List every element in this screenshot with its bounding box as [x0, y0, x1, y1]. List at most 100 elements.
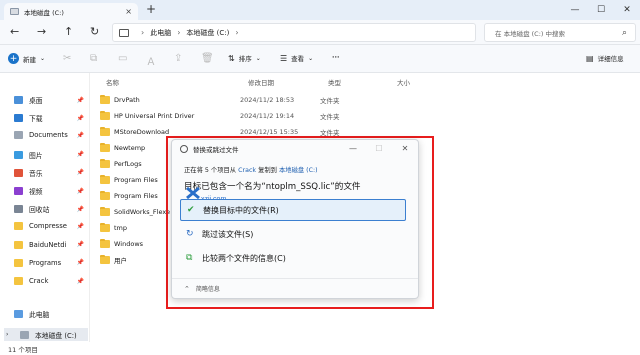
sidebar-item[interactable]: BaiduNetdi 📌 — [14, 240, 84, 249]
column-type[interactable]: 类型 — [328, 77, 341, 87]
sidebar-item[interactable]: 下载 📌 — [14, 113, 84, 123]
column-size[interactable]: 大小 — [397, 77, 410, 87]
sidebar-item[interactable]: Compresse 📌 — [14, 222, 84, 231]
sort-icon: ⇅ — [228, 53, 235, 63]
dialog-footer[interactable]: ⌃ 简略信息 — [172, 278, 418, 298]
tab-close-icon[interactable]: × — [125, 7, 132, 16]
skip-arrow-icon: ↻ — [186, 229, 194, 239]
drive-icon — [20, 330, 29, 339]
forward-arrow-icon[interactable]: → — [37, 25, 46, 38]
sidebar-item[interactable]: Documents 📌 — [14, 131, 84, 140]
maximize-button[interactable]: ☐ — [588, 0, 614, 20]
search-input[interactable]: 在 本地磁盘 (C:) 中搜索 ⌕ — [484, 23, 636, 42]
file-type: 文件夹 — [320, 97, 340, 105]
status-bar-count: 11 个项目 — [8, 346, 38, 354]
pin-icon[interactable]: 📌 — [77, 259, 84, 266]
sidebar-item[interactable]: 桌面 📌 — [14, 95, 84, 105]
chevron-up-icon: ⌃ — [184, 284, 190, 293]
file-name: 用户 — [114, 257, 127, 265]
folder-icon — [14, 150, 23, 159]
folder-icon — [14, 168, 23, 177]
cut-icon[interactable]: ✂ — [63, 53, 71, 64]
sort-button[interactable]: ⇅ 排序 ⌄ — [228, 53, 261, 64]
pin-icon[interactable]: 📌 — [77, 169, 84, 176]
new-label: 新建 — [23, 55, 36, 64]
sort-label: 排序 — [238, 55, 252, 63]
sidebar-item[interactable]: 图片 📌 — [14, 150, 84, 160]
pin-icon[interactable]: 📌 — [77, 206, 84, 213]
folder-icon — [100, 143, 110, 152]
rename-icon[interactable]: Ａ — [146, 53, 156, 68]
new-button[interactable]: + 新建 ⌄ — [8, 53, 45, 64]
up-arrow-icon[interactable]: ↑ — [64, 25, 73, 38]
pin-icon[interactable]: 📌 — [77, 188, 84, 195]
share-icon[interactable]: ⇪ — [174, 53, 182, 64]
details-button[interactable]: ▤ 详细信息 — [586, 53, 624, 64]
dialog-close-button[interactable]: ✕ — [392, 140, 418, 156]
folder-icon — [14, 114, 23, 123]
source-folder-link[interactable]: Crack — [238, 167, 256, 174]
folder-icon — [100, 239, 110, 248]
breadcrumb-this-pc[interactable]: 此电脑 — [150, 28, 171, 38]
folder-icon — [100, 255, 110, 264]
sidebar-item-label: Programs — [29, 258, 62, 267]
breadcrumb-separator: › — [177, 28, 181, 37]
sidebar-drive-c[interactable]: › 本地磁盘 (C:) — [4, 328, 88, 341]
pin-icon[interactable]: 📌 — [77, 278, 84, 285]
pin-icon[interactable]: 📌 — [77, 241, 84, 248]
sidebar-item[interactable]: Crack 📌 — [14, 277, 84, 285]
tab-bar: 本地磁盘 (C:) × + — ☐ ✕ — [0, 0, 640, 20]
replace-option[interactable]: ✔ 替换目标中的文件(R) — [180, 199, 406, 221]
destination-link[interactable]: 本地磁盘 (C:) — [279, 167, 318, 174]
tab-local-disk[interactable]: 本地磁盘 (C:) × — [4, 3, 138, 20]
sidebar-item-label: 下载 — [29, 115, 43, 124]
compare-option[interactable]: ⧉ 比较两个文件的信息(C) — [180, 247, 406, 269]
copy-icon[interactable]: ⧉ — [90, 53, 97, 64]
delete-icon[interactable]: 🗑 — [201, 53, 214, 64]
file-name: Program Files — [114, 192, 158, 200]
pin-icon[interactable]: 📌 — [77, 115, 84, 122]
sidebar-this-pc[interactable]: 此电脑 — [14, 309, 84, 319]
dialog-title: 替换或跳过文件 — [193, 146, 239, 154]
compare-icon: ⧉ — [186, 253, 193, 263]
option-label: 比较两个文件的信息(C) — [202, 253, 286, 263]
pin-icon[interactable]: 📌 — [77, 97, 84, 104]
scrollbar[interactable] — [634, 73, 638, 339]
file-type: 文件夹 — [320, 113, 340, 121]
column-name[interactable]: 名称 — [106, 77, 119, 87]
file-row[interactable]: DrvPath 2024/11/2 18:53 文件夹 — [100, 93, 640, 107]
more-options-button[interactable]: ··· — [332, 53, 339, 61]
details-pane-icon: ▤ — [586, 53, 594, 63]
back-arrow-icon[interactable]: ← — [10, 25, 19, 38]
fewer-details-label: 简略信息 — [195, 286, 220, 293]
navigation-pane: 桌面 📌 下载 📌 Documents 📌 图片 📌 音乐 📌 视频 📌 回收站 📌 Compresse 📌 B… — [0, 73, 90, 342]
breadcrumb[interactable]: › 此电脑 › 本地磁盘 (C:) › — [112, 23, 476, 42]
sidebar-item[interactable]: Programs 📌 — [14, 258, 84, 267]
address-bar: ← → ↑ ↻ › 此电脑 › 本地磁盘 (C:) › 在 本地磁盘 (C:) … — [0, 20, 640, 45]
skip-option[interactable]: ↻ 跳过该文件(S) — [180, 223, 406, 245]
file-name: SolidWorks_Flexe — [114, 208, 171, 216]
refresh-icon[interactable]: ↻ — [90, 25, 99, 38]
dialog-minimize-button[interactable]: — — [340, 140, 366, 156]
sidebar-item[interactable]: 音乐 📌 — [14, 168, 84, 178]
sidebar-item[interactable]: 回收站 📌 — [14, 204, 84, 214]
pin-icon[interactable]: 📌 — [77, 132, 84, 139]
file-name: PerfLogs — [114, 160, 142, 168]
new-tab-button[interactable]: + — [146, 2, 156, 16]
breadcrumb-drive[interactable]: 本地磁盘 (C:) — [186, 28, 229, 38]
column-date[interactable]: 修改日期 — [248, 77, 274, 87]
pin-icon[interactable]: 📌 — [77, 223, 84, 230]
folder-icon — [14, 205, 23, 214]
file-name: Program Files — [114, 176, 158, 184]
file-row[interactable]: HP Universal Print Driver 2024/11/2 19:14… — [100, 109, 640, 123]
sidebar-item-label: Compresse — [29, 222, 67, 231]
dialog-titlebar: 替换或跳过文件 — [180, 144, 239, 154]
pin-icon[interactable]: 📌 — [77, 151, 84, 158]
search-icon: ⌕ — [621, 27, 627, 38]
close-window-button[interactable]: ✕ — [614, 0, 640, 20]
paste-icon[interactable]: ▭ — [118, 53, 127, 64]
minimize-button[interactable]: — — [562, 0, 588, 20]
view-button[interactable]: ☰ 查看 ⌄ — [280, 53, 313, 64]
computer-icon — [14, 310, 23, 318]
sidebar-item[interactable]: 视频 📌 — [14, 186, 84, 196]
